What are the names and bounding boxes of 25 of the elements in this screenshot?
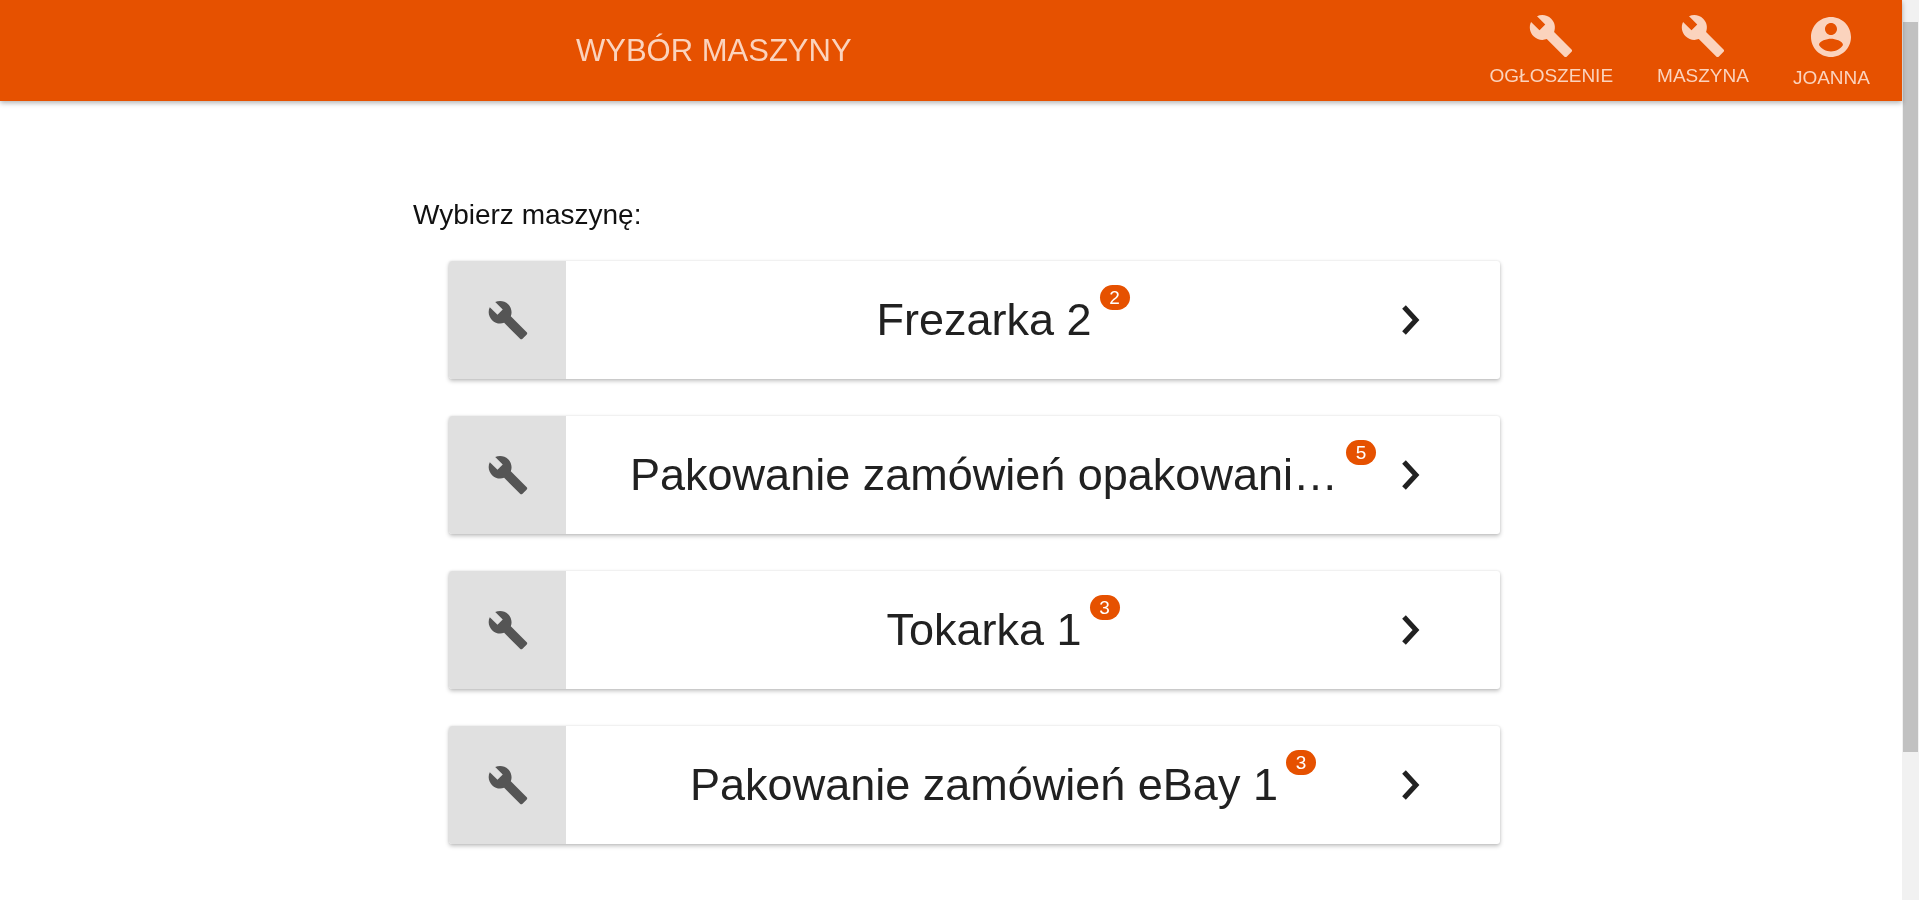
machine-name: Frezarka 2 (876, 294, 1092, 346)
machine-card[interactable]: Tokarka 1 3 (449, 571, 1500, 689)
chevron-icon (1400, 458, 1422, 492)
wrench-icon (486, 454, 529, 496)
machine-card[interactable]: Frezarka 2 2 (449, 261, 1500, 379)
machine-card[interactable]: Pakowanie zamówień opakowani… 5 (449, 416, 1500, 534)
count-badge: 5 (1345, 440, 1376, 465)
wrench-icon (486, 299, 529, 341)
chevron-icon (1400, 768, 1422, 802)
machine-name: Pakowanie zamówień eBay 1 (690, 759, 1278, 811)
count-badge: 2 (1099, 285, 1130, 310)
machine-card[interactable]: Pakowanie zamówień eBay 1 3 (449, 726, 1500, 844)
wrench-icon (1528, 12, 1575, 59)
wrench-icon (1680, 12, 1726, 59)
machine-name: Tokarka 1 (886, 604, 1082, 656)
chevron-icon (1400, 613, 1422, 647)
chevron-icon (1400, 303, 1422, 337)
machine-name: Pakowanie zamówień opakowani… (630, 449, 1338, 501)
wrench-icon (486, 609, 529, 651)
wrench-icon (486, 764, 529, 806)
prompt-label: Wybierz maszynę: (413, 199, 643, 231)
count-badge: 3 (1089, 595, 1120, 620)
scrollbar[interactable] (1902, 0, 1919, 900)
count-badge: 3 (1285, 750, 1316, 775)
page-title: WYBÓR MASZYNY (576, 32, 853, 69)
